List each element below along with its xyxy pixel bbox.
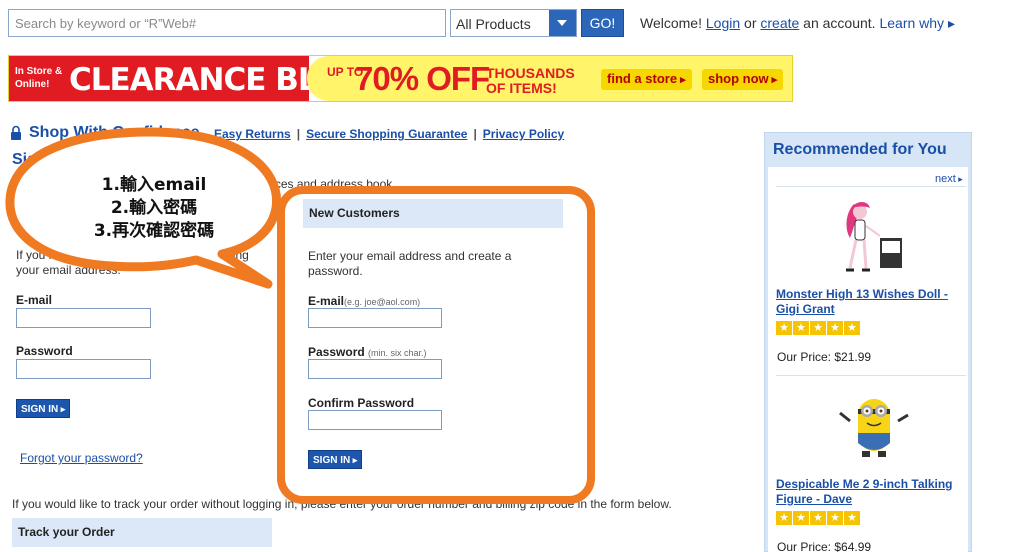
new-customers-description: Enter your email address and create a pa… [308,249,512,278]
returning-email-label: E-mail [16,293,53,307]
returning-email-field[interactable] [16,308,151,328]
link-separator: | [296,127,301,141]
welcome-text: Welcome! Login or create an account. Lea… [640,15,955,32]
divider [776,186,966,187]
returning-password-label: Password [16,344,73,358]
product-image-minion[interactable] [836,393,912,461]
star-icon: ★ [793,511,809,525]
search-input[interactable] [8,9,446,37]
category-select[interactable]: All Products [450,9,577,37]
banner-percent-off: 70% OFF [355,60,490,97]
product-name-link[interactable]: Monster High 13 Wishes Doll - Gigi Grant [776,287,966,317]
link-separator: | [473,127,477,141]
track-order-header: Track your Order [12,518,272,547]
track-order-description: If you would like to track your order wi… [12,497,672,511]
secure-shopping-link[interactable]: Secure Shopping Guarantee [306,127,467,141]
new-email-field[interactable] [308,308,442,328]
shop-now-button[interactable]: shop now [702,69,784,90]
create-account-link[interactable]: create [760,15,799,31]
account-text: an account. [799,15,880,31]
banner-thousands-text: THOUSANDS OF ITEMS! [486,65,575,96]
divider [776,375,966,376]
star-icon: ★ [810,511,826,525]
product-image-doll[interactable] [836,198,908,280]
find-store-button[interactable]: find a store [601,69,692,90]
star-icon: ★ [827,511,843,525]
returning-sign-in-button[interactable]: SIGN IN [16,399,71,418]
privacy-policy-link[interactable]: Privacy Policy [483,127,564,141]
product-price: Our Price: $64.99 [777,540,872,552]
confirm-password-field[interactable] [308,410,442,430]
returning-customers-description: If you have an account, please sign in u… [16,248,249,277]
star-icon: ★ [827,321,843,335]
banner-in-store-text: In Store & Online! [15,66,63,90]
easy-returns-link[interactable]: Easy Returns [214,127,291,141]
annotation-text: 1.輸入email 2.輸入密碼 3.再次確認密碼 [54,174,254,243]
new-password-label-text: Password [308,345,365,359]
forgot-password-link[interactable]: Forgot your password? [20,451,143,465]
star-icon: ★ [844,321,860,335]
chevron-down-icon[interactable] [549,10,576,36]
returning-password-field[interactable] [16,359,151,379]
recommended-next-link[interactable]: next [935,173,963,185]
login-link[interactable]: Login [706,15,740,31]
star-icon: ★ [793,321,809,335]
star-icon: ★ [776,321,792,335]
new-email-label: E-mail(e.g. joe@aol.com) [308,294,420,308]
product-rating: ★ ★ ★ ★ ★ [776,321,860,335]
star-icon: ★ [810,321,826,335]
recommended-title: Recommended for You [773,141,947,158]
lock-icon [11,125,21,140]
new-sign-in-button[interactable]: SIGN IN [308,450,363,469]
go-button[interactable]: GO! [581,9,624,37]
product-name-link[interactable]: Despicable Me 2 9-inch Talking Figure - … [776,477,966,507]
shop-with-confidence-title: Shop With Confidence [29,124,200,141]
clearance-banner[interactable]: In Store & Online! CLEARANCE BLAST UP TO… [8,55,793,102]
new-password-label: Password (min. six char.) [308,345,427,359]
new-password-field[interactable] [308,359,442,379]
star-icon: ★ [776,511,792,525]
new-email-label-text: E-mail [308,294,345,308]
new-email-hint: (e.g. joe@aol.com) [344,297,421,307]
sign-in-title: Sign In [12,151,66,168]
product-price: Our Price: $21.99 [777,350,872,364]
category-selected-value: All Products [456,16,531,32]
or-text: or [740,15,761,31]
learn-why-link[interactable]: Learn why ▸ [879,15,955,31]
star-icon: ★ [844,511,860,525]
welcome-prefix: Welcome! [640,15,706,31]
new-customers-header: New Customers [303,199,563,228]
annotation-step-1: 1.輸入email [101,175,207,195]
new-password-hint: (min. six char.) [368,348,427,358]
policy-links: Easy Returns | Secure Shopping Guarantee | P… [214,127,564,141]
annotation-step-3: 3.再次確認密碼 [93,221,215,241]
annotation-step-2: 2.輸入密碼 [110,198,198,218]
product-rating: ★ ★ ★ ★ ★ [776,511,860,525]
confirm-password-label: Confirm Password [308,396,415,410]
